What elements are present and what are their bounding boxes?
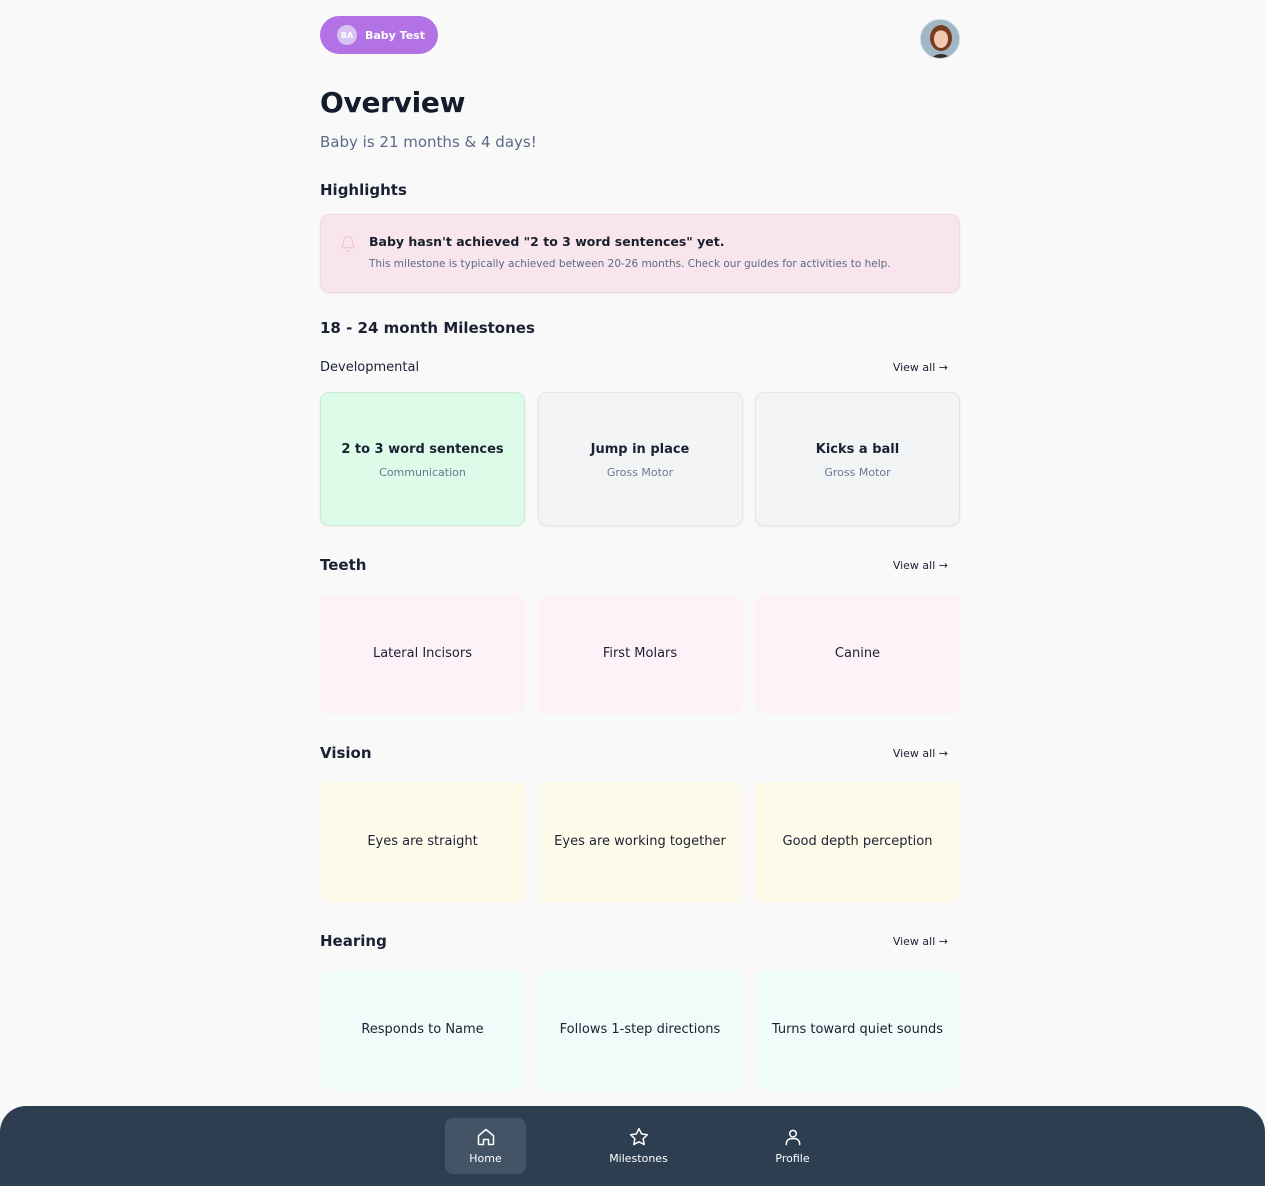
milestone-title: Jump in place bbox=[590, 441, 690, 457]
vision-title: Eyes are straight bbox=[367, 834, 478, 849]
hearing-cards: Responds to Name Follows 1-step directio… bbox=[320, 970, 960, 1090]
vision-cards: Eyes are straight Eyes are working toget… bbox=[320, 782, 960, 902]
home-icon bbox=[477, 1128, 494, 1146]
nav-profile-label: Profile bbox=[775, 1152, 810, 1165]
alert-title: Baby hasn't achieved "2 to 3 word senten… bbox=[369, 234, 725, 249]
baby-selector-button[interactable]: BA Baby Test bbox=[320, 16, 438, 54]
teeth-card[interactable]: Lateral Incisors bbox=[320, 594, 525, 714]
milestone-card[interactable]: 2 to 3 word sentences Communication bbox=[320, 392, 525, 526]
vision-card[interactable]: Eyes are straight bbox=[320, 782, 525, 902]
top-bar: BA Baby Test bbox=[320, 0, 960, 80]
vision-view-all-link[interactable]: View all → bbox=[893, 747, 948, 760]
vision-title: Eyes are working together bbox=[554, 834, 726, 849]
milestone-title: Kicks a ball bbox=[815, 441, 900, 457]
nav-home-label: Home bbox=[469, 1152, 502, 1165]
nav-profile[interactable]: Profile bbox=[752, 1118, 833, 1174]
alert-text: This milestone is typically achieved bet… bbox=[369, 258, 891, 270]
teeth-card[interactable]: Canine bbox=[755, 594, 960, 714]
highlights-heading: Highlights bbox=[320, 181, 407, 199]
baby-avatar: BA bbox=[337, 25, 357, 45]
milestone-category: Gross Motor bbox=[824, 465, 891, 479]
teeth-view-all-link[interactable]: View all → bbox=[893, 559, 948, 572]
teeth-title: Canine bbox=[834, 646, 881, 661]
hearing-card[interactable]: Responds to Name bbox=[320, 970, 525, 1090]
milestone-alert-card[interactable]: Baby hasn't achieved "2 to 3 word senten… bbox=[320, 214, 960, 293]
hearing-title: Turns toward quiet sounds bbox=[771, 1022, 944, 1037]
nav-milestones-label: Milestones bbox=[609, 1152, 668, 1165]
page-title: Overview bbox=[320, 86, 466, 119]
vision-card[interactable]: Good depth perception bbox=[755, 782, 960, 902]
teeth-heading: Teeth bbox=[320, 556, 367, 574]
developmental-cards: 2 to 3 word sentences Communication Jump… bbox=[320, 392, 960, 526]
bell-icon bbox=[340, 235, 356, 253]
hearing-title: Follows 1-step directions bbox=[559, 1022, 721, 1037]
user-photo-icon bbox=[921, 20, 959, 58]
teeth-title: First Molars bbox=[602, 646, 678, 661]
developmental-heading: Developmental bbox=[320, 360, 420, 375]
user-icon bbox=[785, 1129, 800, 1146]
developmental-view-all-link[interactable]: View all → bbox=[893, 361, 948, 374]
teeth-card[interactable]: First Molars bbox=[537, 594, 743, 714]
teeth-cards: Lateral Incisors First Molars Canine bbox=[320, 594, 960, 714]
nav-milestones[interactable]: Milestones bbox=[598, 1118, 679, 1174]
user-avatar[interactable] bbox=[920, 19, 960, 59]
bottom-navigation: Home Milestones Profile bbox=[0, 1106, 1265, 1186]
hearing-title: Responds to Name bbox=[361, 1022, 484, 1037]
teeth-title: Lateral Incisors bbox=[372, 646, 473, 661]
nav-home[interactable]: Home bbox=[445, 1118, 526, 1174]
hearing-view-all-link[interactable]: View all → bbox=[893, 935, 948, 948]
hearing-card[interactable]: Follows 1-step directions bbox=[537, 970, 743, 1090]
milestones-heading: 18 - 24 month Milestones bbox=[320, 319, 535, 337]
hearing-heading: Hearing bbox=[320, 932, 387, 950]
milestone-card[interactable]: Kicks a ball Gross Motor bbox=[755, 392, 960, 526]
vision-title: Good depth perception bbox=[782, 834, 933, 849]
milestone-title: 2 to 3 word sentences bbox=[341, 441, 504, 457]
main-content: BA Baby Test Overview Baby is 21 months … bbox=[320, 0, 960, 1090]
milestone-category: Gross Motor bbox=[606, 465, 674, 479]
baby-age-text: Baby is 21 months & 4 days! bbox=[320, 133, 537, 151]
baby-name: Baby Test bbox=[365, 28, 425, 42]
hearing-card[interactable]: Turns toward quiet sounds bbox=[755, 970, 960, 1090]
vision-heading: Vision bbox=[320, 744, 372, 762]
vision-card[interactable]: Eyes are working together bbox=[537, 782, 743, 902]
star-icon bbox=[629, 1127, 648, 1146]
milestone-card[interactable]: Jump in place Gross Motor bbox=[537, 392, 743, 526]
milestone-category: Communication bbox=[379, 465, 466, 479]
